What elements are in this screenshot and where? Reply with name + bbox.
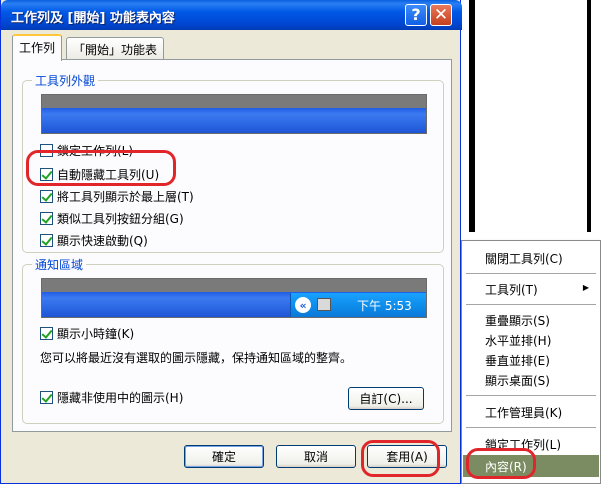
tray-preview: « 下午 5:53 <box>290 293 426 317</box>
taskbar-preview <box>41 94 427 134</box>
apply-button[interactable]: 套用(A) <box>367 445 447 468</box>
tab-panel-taskbar: 工具列外觀 鎖定工作列(L) 自動隱藏工具列(U) 將工具列顯示於最上層(T) … <box>12 59 452 432</box>
menu-item-close-toolbar[interactable]: 關閉工具列(C) <box>463 247 599 269</box>
menu-item-task-manager[interactable]: 工作管理員(K) <box>463 401 599 423</box>
show-clock-label: 顯示小時鐘(K) <box>57 327 135 341</box>
group-buttons-checkbox[interactable] <box>40 212 53 225</box>
menu-item-lock-taskbar[interactable]: 鎖定工作列(L) <box>463 433 599 455</box>
menu-separator <box>466 304 596 305</box>
submenu-arrow-icon: ▶ <box>582 283 589 292</box>
lock-taskbar-checkbox[interactable] <box>40 144 53 157</box>
question-mark-icon: ? <box>411 5 421 24</box>
notification-description: 您可以將最近沒有選取的圖示隱藏，保持通知區域的整齊。 <box>40 351 353 365</box>
group-buttons-label: 類似工具列按鈕分組(G) <box>57 212 184 226</box>
quick-launch-option[interactable]: 顯示快速啟動(Q) <box>40 232 148 249</box>
dialog-title: 工作列及 [開始] 功能表內容 <box>11 11 175 26</box>
background-bar-left <box>469 0 475 232</box>
title-bar[interactable]: 工作列及 [開始] 功能表內容 ? ✕ <box>1 0 462 30</box>
taskbar-properties-dialog: 工作列及 [開始] 功能表內容 ? ✕ 工作列 「開始」功能表 工具列外觀 鎖定… <box>0 0 462 484</box>
help-button[interactable]: ? <box>405 4 427 26</box>
menu-separator <box>466 395 596 396</box>
tab-start-menu[interactable]: 「開始」功能表 <box>66 37 165 59</box>
lock-taskbar-label: 鎖定工作列(L) <box>57 144 134 158</box>
show-clock-option[interactable]: 顯示小時鐘(K) <box>40 325 134 342</box>
hide-inactive-checkbox[interactable] <box>40 391 53 404</box>
menu-item-tile-horizontal[interactable]: 水平並排(H) <box>463 329 599 351</box>
menu-separator <box>466 427 596 428</box>
notification-preview: « 下午 5:53 <box>41 278 427 318</box>
keep-on-top-label: 將工具列顯示於最上層(T) <box>57 190 194 204</box>
menu-item-tile-vertical[interactable]: 垂直並排(E) <box>463 349 599 371</box>
keep-on-top-option[interactable]: 將工具列顯示於最上層(T) <box>40 188 194 205</box>
taskbar-appearance-group: 工具列外觀 鎖定工作列(L) 自動隱藏工具列(U) 將工具列顯示於最上層(T) … <box>22 72 444 253</box>
tab-taskbar[interactable]: 工作列 <box>12 34 63 61</box>
cancel-button[interactable]: 取消 <box>276 445 356 468</box>
show-clock-checkbox[interactable] <box>40 327 53 340</box>
menu-item-toolbars[interactable]: 工具列(T) ▶ <box>463 278 599 300</box>
hide-inactive-option[interactable]: 隱藏非使用中的圖示(H) <box>40 389 183 406</box>
quick-launch-checkbox[interactable] <box>40 234 53 247</box>
auto-hide-option[interactable]: 自動隱藏工具列(U) <box>40 166 159 183</box>
notification-area-legend: 通知區域 <box>32 256 87 273</box>
menu-item-properties[interactable]: 內容(R) <box>463 455 599 477</box>
hide-inactive-label: 隱藏非使用中的圖示(H) <box>57 391 184 405</box>
menu-item-toolbars-label: 工具列(T) <box>485 282 538 297</box>
notification-area-group: 通知區域 « 下午 5:53 顯示小時鐘(K) 您可以將最近沒有選取的圖示隱藏，… <box>22 256 444 424</box>
tray-clock: 下午 5:53 <box>357 299 412 313</box>
lock-taskbar-option[interactable]: 鎖定工作列(L) <box>40 142 133 159</box>
group-buttons-option[interactable]: 類似工具列按鈕分組(G) <box>40 210 184 227</box>
background-bar-right <box>587 0 591 232</box>
chevron-left-icon: « <box>295 297 311 313</box>
taskbar-appearance-legend: 工具列外觀 <box>32 72 99 89</box>
volume-icon <box>335 296 349 312</box>
network-icon <box>317 298 331 311</box>
close-icon: ✕ <box>433 4 449 25</box>
keep-on-top-checkbox[interactable] <box>40 190 53 203</box>
ok-button[interactable]: 確定 <box>184 445 264 468</box>
quick-launch-label: 顯示快速啟動(Q) <box>57 234 148 248</box>
auto-hide-label: 自動隱藏工具列(U) <box>57 168 160 182</box>
customize-button[interactable]: 自訂(C)... <box>348 387 424 410</box>
close-button[interactable]: ✕ <box>430 4 452 26</box>
menu-separator <box>466 273 596 274</box>
menu-item-show-desktop[interactable]: 顯示桌面(S) <box>463 369 599 391</box>
menu-item-cascade[interactable]: 重疊顯示(S) <box>463 309 599 331</box>
taskbar-context-menu: 關閉工具列(C) 工具列(T) ▶ 重疊顯示(S) 水平並排(H) 垂直並排(E… <box>461 240 601 484</box>
auto-hide-checkbox[interactable] <box>40 168 53 181</box>
